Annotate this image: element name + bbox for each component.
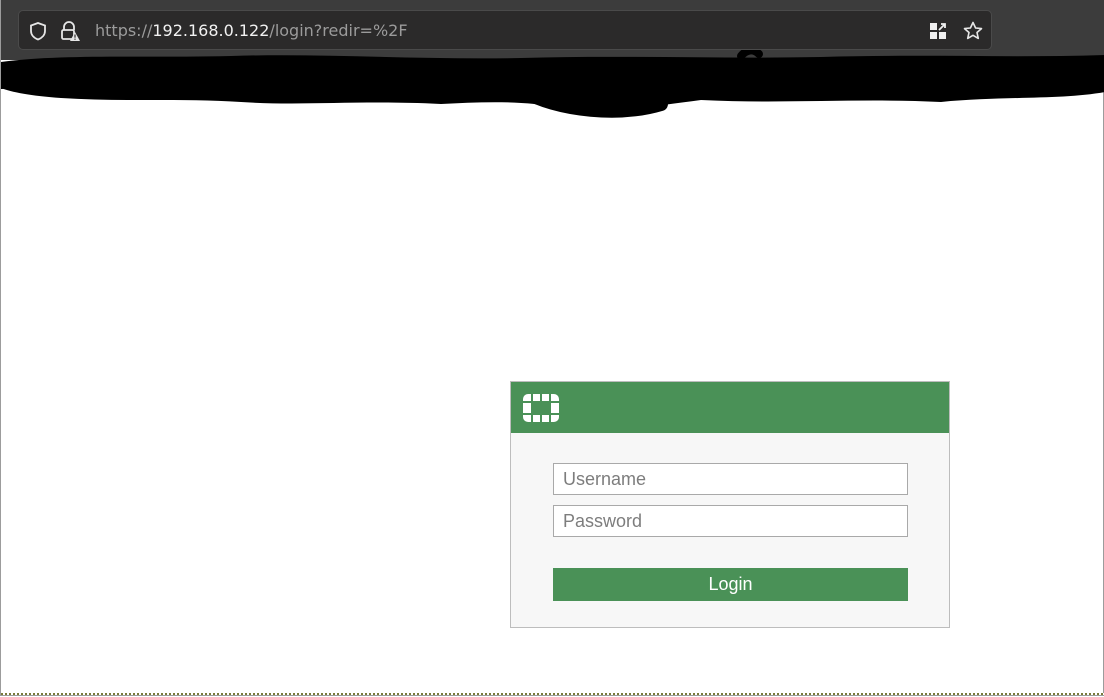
redaction-scribble [1, 50, 1104, 118]
address-bar[interactable]: https://192.168.0.122/login?redir=%2F [18, 10, 992, 50]
fortinet-logo-icon [523, 394, 559, 422]
url-scheme: https:// [95, 21, 153, 40]
username-input[interactable] [553, 463, 908, 495]
url-path: /login?redir=%2F [269, 21, 408, 40]
window-edge [1, 693, 1104, 695]
lock-warning-icon[interactable] [59, 20, 81, 42]
bookmark-star-icon[interactable] [962, 20, 984, 42]
url-text[interactable]: https://192.168.0.122/login?redir=%2F [95, 20, 408, 42]
browser-window: https://192.168.0.122/login?redir=%2F Us… [0, 0, 1104, 696]
shield-icon[interactable] [27, 20, 49, 42]
login-button[interactable]: Login [553, 568, 908, 601]
url-host: 192.168.0.122 [152, 21, 270, 40]
login-panel: Login [510, 381, 950, 628]
login-header [511, 382, 949, 433]
password-input[interactable] [553, 505, 908, 537]
qr-grid-icon[interactable] [927, 20, 949, 42]
